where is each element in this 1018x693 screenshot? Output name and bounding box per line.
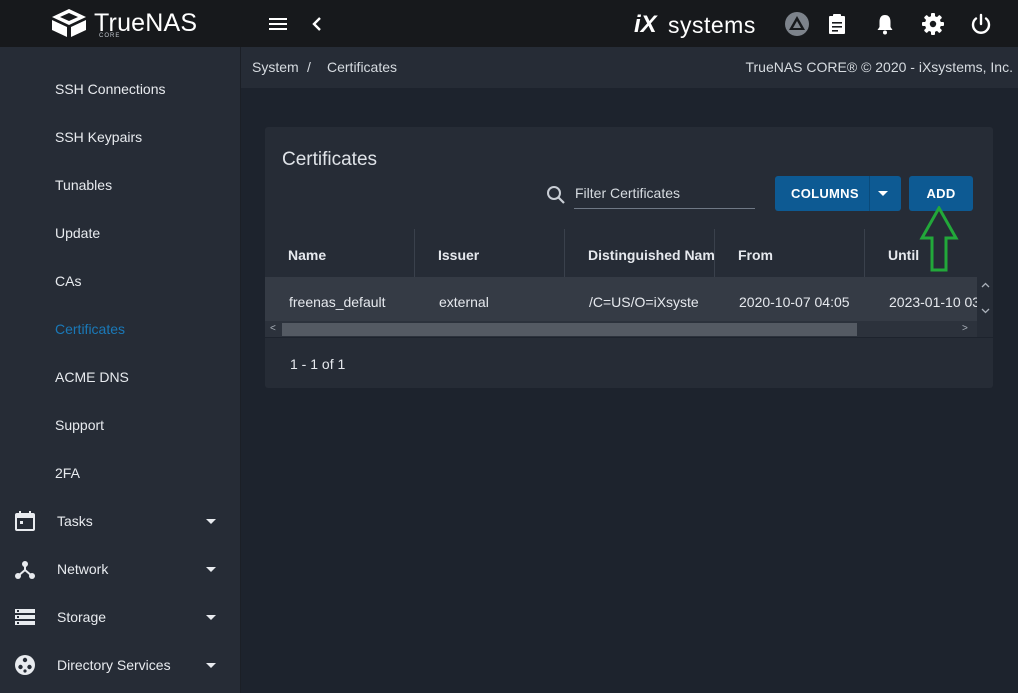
column-divider[interactable] [714, 229, 715, 277]
sidebar-item-label: Update [55, 225, 101, 241]
collapse-sidebar-button[interactable] [304, 11, 330, 37]
table-header: Name Issuer Distinguished Name From Unti… [265, 229, 993, 277]
truenas-logo[interactable]: TrueNAS CORE [50, 8, 200, 40]
column-divider[interactable] [414, 229, 415, 277]
table-row[interactable]: freenas_default external /C=US/O=iXsyste… [265, 277, 993, 321]
filter-certificates-input[interactable] [574, 183, 755, 209]
sidebar-group-label: Storage [57, 609, 107, 625]
bell-icon [877, 15, 893, 35]
task-manager-button[interactable] [824, 11, 850, 37]
breadcrumb-system[interactable]: System [252, 59, 299, 75]
power-button[interactable] [968, 11, 994, 37]
cell-name: freenas_default [289, 294, 386, 310]
calendar-icon [15, 511, 35, 531]
chevron-down-icon [206, 615, 216, 620]
copyright-text: TrueNAS CORE® © 2020 - iXsystems, Inc. [745, 59, 1013, 75]
columns-button[interactable]: COLUMNS [775, 176, 901, 211]
column-divider[interactable] [564, 229, 565, 277]
columns-button-label: COLUMNS [791, 186, 859, 201]
sidebar-item-tunables[interactable]: Tunables [0, 161, 241, 209]
truecommand-icon [785, 12, 809, 36]
column-header-from[interactable]: From [738, 229, 863, 277]
column-header-issuer[interactable]: Issuer [438, 229, 563, 277]
scroll-right-icon[interactable]: > [962, 323, 968, 334]
horizontal-scrollbar[interactable]: < > [265, 321, 977, 337]
column-header-distinguished-name[interactable]: Distinguished Name [588, 229, 714, 277]
breadcrumb: System / Certificates TrueNAS CORE® © 20… [241, 47, 1018, 88]
alerts-button[interactable] [872, 11, 898, 37]
vertical-scrollbar[interactable] [977, 277, 993, 321]
scroll-up-icon[interactable] [981, 282, 990, 288]
column-header-name[interactable]: Name [288, 229, 413, 277]
truecommand-button[interactable] [784, 11, 810, 37]
chevron-down-icon [206, 567, 216, 572]
directory-icon [15, 655, 35, 675]
sidebar-item-2fa[interactable]: 2FA [0, 449, 241, 497]
network-icon [15, 561, 35, 579]
gear-icon [922, 13, 944, 35]
sidebar-group-label: Directory Services [57, 657, 171, 673]
column-divider[interactable] [864, 229, 865, 277]
add-button-label: ADD [926, 186, 956, 201]
ixsystems-logo-ix: iX [634, 11, 657, 38]
cell-until: 2023-01-10 03:05 [889, 294, 977, 310]
sidebar-item-ssh-keypairs[interactable]: SSH Keypairs [0, 113, 241, 161]
sidebar: SSH Connections SSH Keypairs Tunables Up… [0, 47, 241, 693]
sidebar-item-update[interactable]: Update [0, 209, 241, 257]
scroll-left-icon[interactable]: < [270, 323, 276, 334]
paginator-range: 1 - 1 of 1 [290, 356, 346, 372]
clipboard-icon [829, 14, 845, 34]
search-icon [547, 186, 565, 204]
breadcrumb-separator: / [307, 59, 311, 75]
sidebar-group-tasks[interactable]: Tasks [0, 497, 241, 545]
sidebar-item-label: SSH Connections [55, 81, 166, 97]
menu-icon [269, 18, 287, 30]
menu-toggle-button[interactable] [265, 11, 291, 37]
scrollbar-thumb[interactable] [282, 323, 857, 336]
sidebar-group-label: Tasks [57, 513, 93, 529]
scroll-down-icon[interactable] [981, 308, 990, 314]
cell-from: 2020-10-07 04:05 [739, 294, 850, 310]
chevron-down-icon [206, 663, 216, 668]
cell-distinguished-name: /C=US/O=iXsystems [589, 294, 699, 310]
sidebar-item-ssh-connections[interactable]: SSH Connections [0, 65, 241, 113]
ixsystems-logo[interactable]: iX systems [632, 8, 755, 40]
sidebar-item-label: Tunables [55, 177, 113, 193]
cell-issuer: external [439, 294, 489, 310]
sidebar-item-certificates[interactable]: Certificates [0, 305, 241, 353]
truenas-logo-icon [52, 9, 86, 37]
annotation-arrow-up-icon [919, 206, 959, 272]
chevron-left-icon [312, 17, 321, 31]
sidebar-item-label: Support [55, 417, 105, 433]
sidebar-item-label: Certificates [55, 321, 126, 337]
breadcrumb-current: Certificates [327, 59, 398, 75]
sidebar-group-directory-services[interactable]: Directory Services [0, 641, 241, 689]
brand-sub: CORE [99, 33, 121, 39]
button-divider [869, 176, 870, 211]
sidebar-item-cas[interactable]: CAs [0, 257, 241, 305]
page-title: Certificates [282, 149, 378, 170]
sidebar-item-label: ACME DNS [55, 369, 129, 385]
settings-button[interactable] [920, 11, 946, 37]
sidebar-group-network[interactable]: Network [0, 545, 241, 593]
ixsystems-logo-text: systems [668, 12, 756, 38]
sidebar-item-support[interactable]: Support [0, 401, 241, 449]
storage-icon [15, 609, 35, 625]
sidebar-item-label: 2FA [55, 465, 80, 481]
sidebar-item-label: CAs [55, 273, 82, 289]
chevron-down-icon [206, 519, 216, 524]
sidebar-group-storage[interactable]: Storage [0, 593, 241, 641]
sidebar-item-acme-dns[interactable]: ACME DNS [0, 353, 241, 401]
sidebar-item-label: SSH Keypairs [55, 129, 143, 145]
divider [265, 337, 993, 338]
sidebar-group-label: Network [57, 561, 109, 577]
top-bar: TrueNAS CORE iX systems [0, 0, 1018, 47]
caret-down-icon [878, 191, 888, 196]
certificates-card: Certificates COLUMNS ADD Name Issuer Dis… [265, 127, 993, 388]
power-icon [971, 13, 991, 34]
